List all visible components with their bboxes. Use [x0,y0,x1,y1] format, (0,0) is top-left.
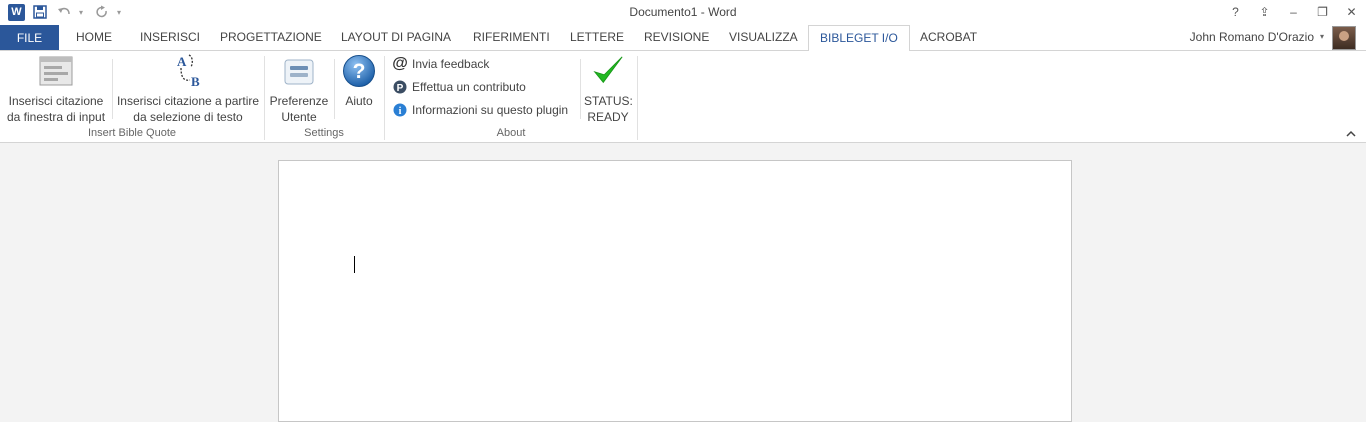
user-name[interactable]: John Romano D'Orazio [1190,30,1314,44]
document-area [0,143,1366,422]
insert-quote-from-selection-label-2: da selezione di testo [133,110,243,124]
contribute-button[interactable]: P Effettua un contributo [392,77,526,97]
title-bar: W ▾ ▾ Documento1 - Word ? ⇪ – ❐ ✕ [0,0,1366,24]
minimize-icon[interactable]: – [1279,0,1308,24]
preferences-icon [282,53,316,89]
ribbon-tabs: FILE HOME INSERISCI PROGETTAZIONE LAYOUT… [0,24,1366,52]
help-question-icon: ? [342,53,376,89]
tab-acrobat[interactable]: ACROBAT [920,25,977,49]
restore-icon[interactable]: ❐ [1308,0,1337,24]
insert-quote-from-selection-button[interactable]: A B Inserisci citazione a partire da sel… [116,53,260,125]
info-icon: i [392,102,408,118]
svg-text:P: P [397,83,404,94]
group-label-insert-bible-quote: Insert Bible Quote [87,127,177,139]
checkmark-icon [591,53,625,89]
tab-file[interactable]: FILE [0,25,59,50]
separator [580,59,581,119]
tab-lettere[interactable]: LETTERE [570,25,624,49]
collapse-ribbon-icon[interactable] [1346,126,1356,140]
plugin-info-label: Informazioni su questo plugin [412,103,569,117]
tab-home[interactable]: HOME [76,25,112,49]
send-feedback-button[interactable]: @ Invia feedback [392,54,489,74]
svg-text:?: ? [353,60,366,83]
svg-text:i: i [399,106,402,117]
tab-inserisci[interactable]: INSERISCI [140,25,200,49]
group-label-settings: Settings [304,127,344,139]
icon-letter-b: B [191,74,200,89]
tab-visualizza[interactable]: VISUALIZZA [729,25,798,49]
separator [334,59,335,119]
separator [112,59,113,119]
contribute-label: Effettua un contributo [412,80,526,94]
a-to-b-icon: A B [171,53,205,89]
send-feedback-label: Invia feedback [412,57,490,71]
text-cursor [354,256,355,273]
tab-riferimenti[interactable]: RIFERIMENTI [473,25,550,49]
help-button[interactable]: ? Aiuto [338,53,380,109]
tab-progettazione[interactable]: PROGETTAZIONE [220,25,322,49]
status-label-1: STATUS: [584,94,633,108]
document-title: Documento1 - Word [629,5,737,19]
insert-quote-from-input-label-1: Inserisci citazione [8,94,104,108]
close-icon[interactable]: ✕ [1337,0,1366,24]
insert-quote-from-input-button[interactable]: Inserisci citazione da finestra di input [4,53,108,125]
user-dropdown-icon[interactable]: ▾ [1320,32,1324,41]
user-preferences-label-2: Utente [281,110,317,124]
ribbon-display-options-icon[interactable]: ⇪ [1250,0,1279,24]
paypal-icon: P [392,79,408,95]
tab-bibleget-io[interactable]: BIBLEGET I/O [808,25,910,52]
status-indicator: STATUS: READY [584,53,633,125]
group-label-about: About [496,127,526,139]
tab-revisione[interactable]: REVISIONE [644,25,709,49]
document-page[interactable] [278,160,1072,422]
user-preferences-label-1: Preferenze [269,94,329,108]
plugin-info-button[interactable]: i Informazioni su questo plugin [392,100,568,120]
group-separator [637,56,638,140]
status-label-2: READY [587,110,629,124]
insert-quote-from-input-label-2: da finestra di input [6,110,106,124]
window-controls: ? ⇪ – ❐ ✕ [1221,0,1366,24]
input-window-icon [39,53,73,89]
insert-quote-from-selection-label-1: Inserisci citazione a partire [116,94,260,108]
help-label: Aiuto [345,94,373,108]
ribbon-bibleget: Inserisci citazione da finestra di input… [0,51,1366,143]
tab-layout-di-pagina[interactable]: LAYOUT DI PAGINA [341,25,451,49]
help-icon[interactable]: ? [1221,0,1250,24]
user-preferences-button[interactable]: Preferenze Utente [268,53,330,125]
icon-letter-a: A [177,54,187,69]
at-sign-icon: @ [392,55,408,72]
avatar[interactable] [1332,26,1356,50]
